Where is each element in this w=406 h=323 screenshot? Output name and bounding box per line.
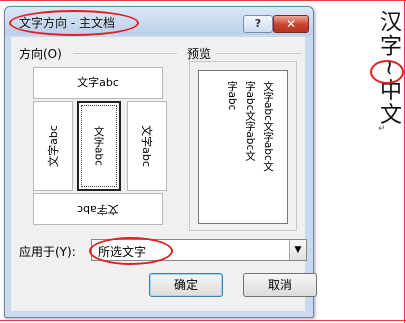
page-border-top [0, 0, 406, 1]
option-text: 文字abc [77, 76, 119, 89]
ok-button[interactable]: 确定 [149, 273, 223, 297]
option-text: 文字abc [77, 203, 119, 216]
option-text: 文字abc [140, 125, 153, 167]
page-border-bottom [0, 320, 406, 321]
direction-option-rotate-90[interactable]: 文字abc [127, 101, 167, 191]
chevron-down-icon[interactable]: ▼ [289, 240, 306, 260]
direction-option-vertical-selected[interactable]: 文字abc [77, 101, 121, 191]
option-text: 文字abc [47, 125, 60, 167]
direction-group-line [73, 53, 177, 54]
direction-option-horizontal[interactable]: 文字abc [33, 67, 163, 99]
apply-to-highlight-ring [89, 237, 173, 265]
preview-column-1: 文字abc文字abc文 [262, 81, 274, 172]
title-highlight-ring [9, 10, 139, 36]
direction-option-rotate-270[interactable]: 文字abc [33, 101, 73, 191]
preview-column-2: 字abc文字abc文 [244, 81, 256, 161]
preview-page: 文字abc文字abc文 字abc文字abc文 字abc [198, 70, 288, 224]
help-button[interactable]: ? [243, 15, 273, 33]
dialog-body: 方向(O) 预览 文字abc 文字abc 文字abc 文字abc 文字abc 文… [11, 37, 317, 311]
page-border-right [404, 0, 405, 323]
preview-panel: 文字abc文字abc文 字abc文字abc文 字abc [189, 61, 297, 231]
direction-option-horizontal-flipped[interactable]: 文字abc [33, 193, 163, 225]
apply-to-label: 应用于(Y): [19, 245, 76, 259]
document-highlight-ring [370, 60, 404, 84]
close-button[interactable]: ✕ [273, 15, 309, 33]
preview-group-line [215, 53, 301, 54]
direction-label: 方向(O) [19, 47, 62, 61]
cancel-button[interactable]: 取消 [243, 273, 317, 297]
paragraph-mark-icon: ↵ [378, 124, 386, 134]
text-direction-dialog: 文字方向 - 主文档 ? ✕ 方向(O) 预览 文字abc 文字abc 文字ab… [4, 6, 317, 318]
preview-column-3: 字abc [226, 81, 238, 111]
preview-label: 预览 [187, 47, 212, 61]
option-text: 文字abc [92, 126, 105, 166]
titlebar[interactable]: 文字方向 - 主文档 ? ✕ [5, 7, 313, 36]
